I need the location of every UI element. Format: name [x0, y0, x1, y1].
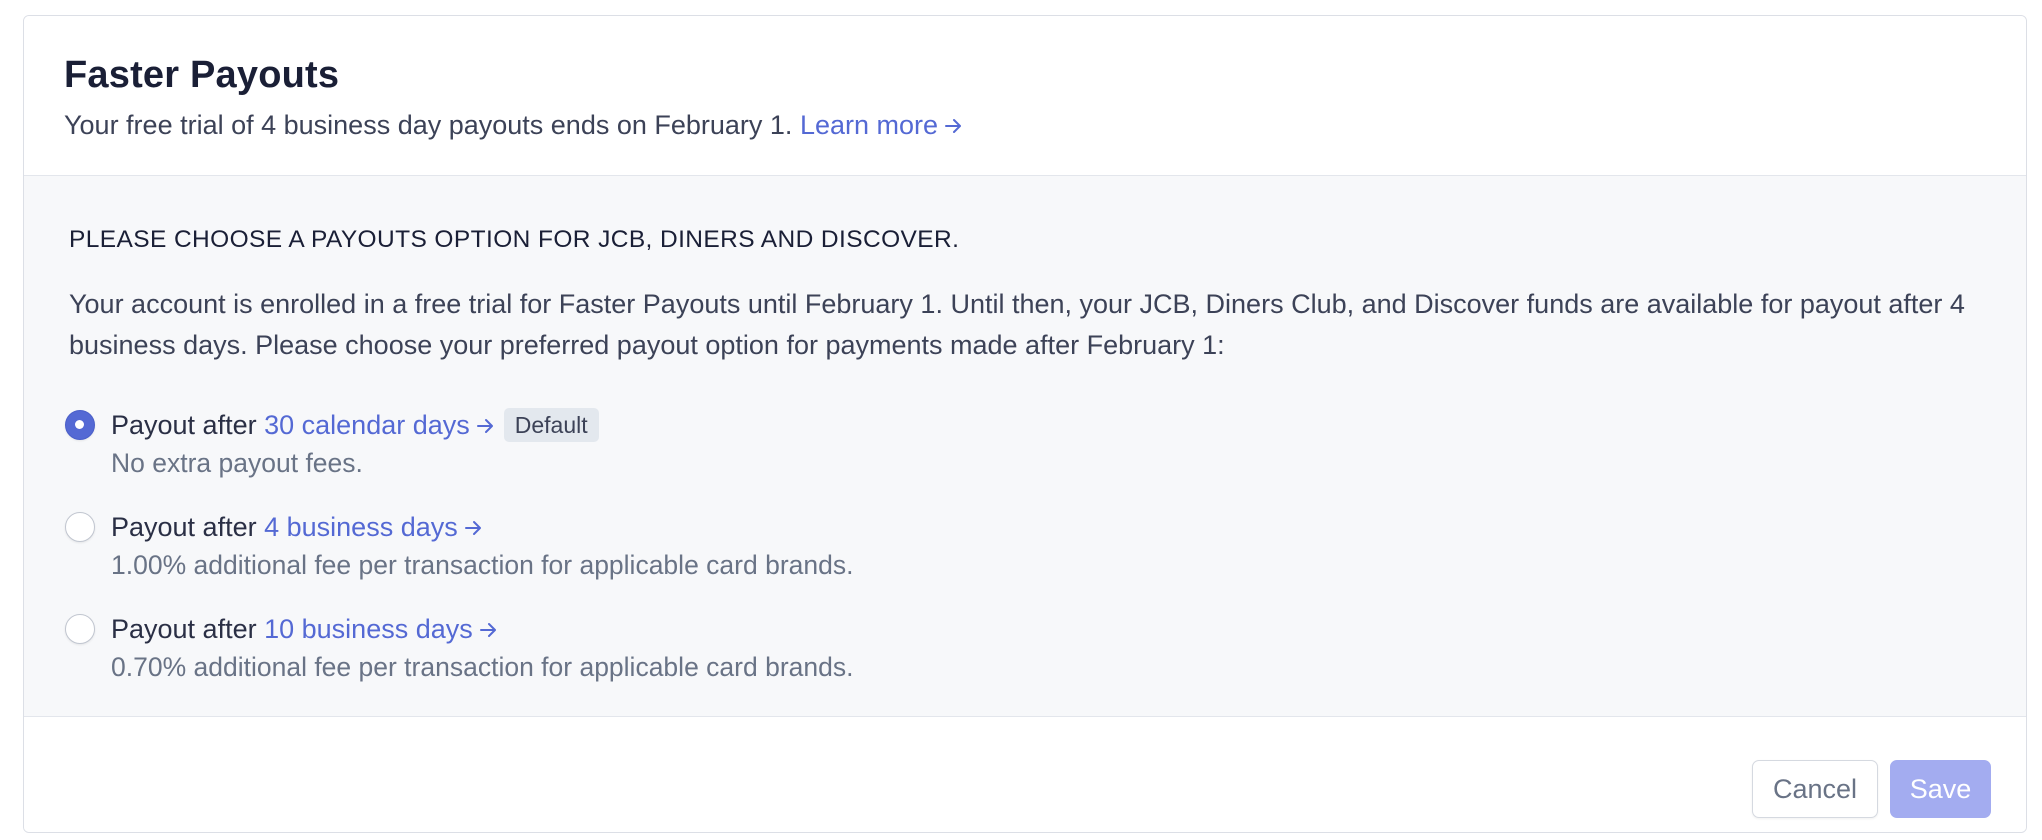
radio-button-10-business-days[interactable]	[65, 614, 95, 644]
option-prefix: Payout after	[111, 410, 257, 440]
section-description: Your account is enrolled in a free trial…	[69, 289, 1965, 360]
option-description: 1.00% additional fee per transaction for…	[111, 550, 854, 580]
trial-notice: Your free trial of 4 business day payout…	[64, 110, 964, 141]
learn-more-link[interactable]: Learn more	[800, 110, 964, 140]
learn-more-label: Learn more	[799, 110, 939, 140]
radio-button-30-calendar-days[interactable]	[65, 410, 95, 440]
option-link-30-calendar-days[interactable]: 30 calendar days	[264, 410, 496, 440]
trial-notice-text: Your free trial of 4 business day payout…	[64, 110, 793, 140]
arrow-right-icon	[479, 623, 496, 637]
option-link-4-business-days[interactable]: 4 business days	[264, 512, 484, 542]
save-button[interactable]: Save	[1890, 760, 1991, 818]
page-title: Faster Payouts	[64, 54, 340, 96]
option-link-label: 4 business days	[264, 512, 458, 542]
cancel-button[interactable]: Cancel	[1752, 760, 1878, 818]
option-label: Payout after 30 calendar days Default	[111, 408, 599, 442]
arrow-right-icon	[464, 521, 481, 535]
option-label: Payout after 4 business days	[111, 510, 484, 544]
card-footer: Cancel Save	[24, 717, 2026, 832]
option-link-label: 30 calendar days	[264, 410, 470, 440]
option-link-label: 10 business days	[264, 614, 473, 644]
section-heading: PLEASE CHOOSE A PAYOUTS OPTION FOR JCB, …	[69, 226, 960, 253]
option-link-10-business-days[interactable]: 10 business days	[264, 614, 499, 644]
card-header: Faster Payouts Your free trial of 4 busi…	[24, 16, 2026, 176]
option-prefix: Payout after	[111, 614, 257, 644]
radio-button-4-business-days[interactable]	[65, 512, 95, 542]
option-description: No extra payout fees.	[111, 448, 363, 478]
default-badge: Default	[503, 408, 599, 442]
arrow-right-icon	[476, 419, 493, 433]
option-description: 0.70% additional fee per transaction for…	[111, 652, 854, 682]
faster-payouts-card: Faster Payouts Your free trial of 4 busi…	[23, 15, 2027, 833]
option-prefix: Payout after	[111, 512, 257, 542]
arrow-right-icon	[945, 119, 962, 133]
payout-options-panel: PLEASE CHOOSE A PAYOUTS OPTION FOR JCB, …	[24, 176, 2026, 717]
option-label: Payout after 10 business days	[111, 612, 499, 646]
